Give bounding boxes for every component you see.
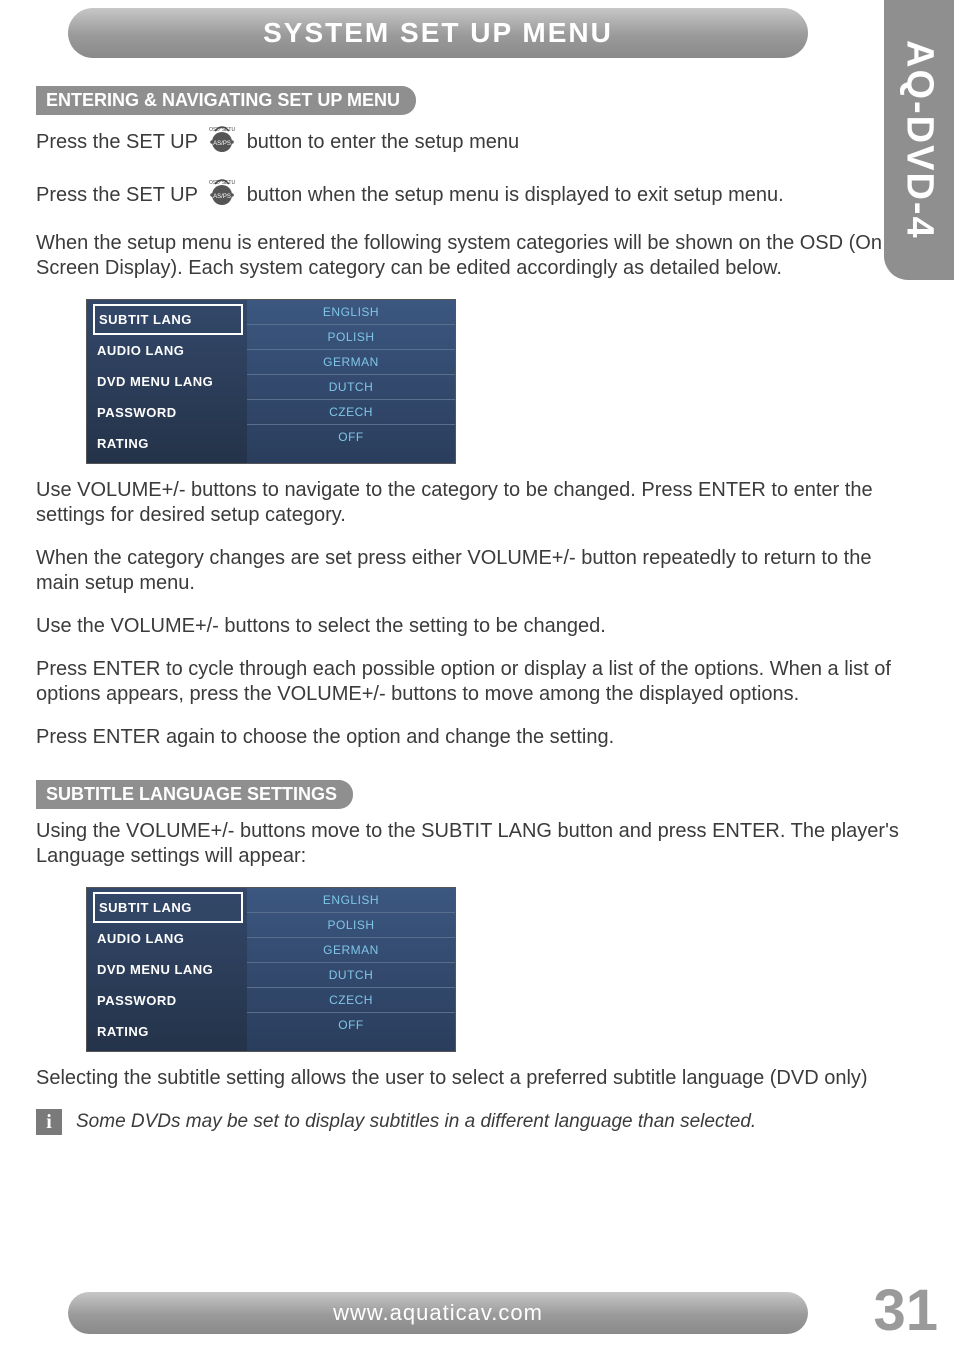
osd-option: ENGLISH — [247, 888, 455, 913]
footer-url: www.aquaticav.com — [333, 1300, 543, 1326]
osd-option: POLISH — [247, 913, 455, 938]
osd-option: CZECH — [247, 988, 455, 1013]
footer-bar: www.aquaticav.com — [68, 1292, 808, 1334]
paragraph: Selecting the subtitle setting allows th… — [36, 1066, 906, 1091]
osd-option: ENGLISH — [247, 300, 455, 325]
paragraph: Press the SET UP OSD*SETU AS/PS button w… — [36, 178, 906, 213]
osd-option: OFF — [247, 1013, 455, 1037]
paragraph: When the setup menu is entered the follo… — [36, 231, 906, 281]
osd-option: GERMAN — [247, 938, 455, 963]
osd-screenshot: SUBTIT LANG AUDIO LANG DVD MENU LANG PAS… — [86, 887, 456, 1052]
osd-item-selected: SUBTIT LANG — [93, 892, 243, 923]
osd-item: RATING — [93, 1016, 247, 1047]
info-text: Some DVDs may be set to display subtitle… — [76, 1111, 756, 1133]
info-icon: i — [36, 1109, 62, 1135]
paragraph: Press ENTER to cycle through each possib… — [36, 657, 906, 707]
paragraph: Use the VOLUME+/- buttons to select the … — [36, 614, 906, 639]
svg-text:AS/PS: AS/PS — [213, 194, 231, 200]
setup-button-icon: OSD*SETU AS/PS — [205, 178, 239, 213]
osd-item-selected: SUBTIT LANG — [93, 304, 243, 335]
osd-menu-left: SUBTIT LANG AUDIO LANG DVD MENU LANG PAS… — [87, 300, 247, 463]
osd-options-right: ENGLISH POLISH GERMAN DUTCH CZECH OFF — [247, 888, 455, 1051]
osd-option: OFF — [247, 425, 455, 449]
osd-item: AUDIO LANG — [93, 923, 247, 954]
paragraph: Press ENTER again to choose the option a… — [36, 725, 906, 750]
page-title: SYSTEM SET UP MENU — [263, 17, 613, 49]
osd-options-right: ENGLISH POLISH GERMAN DUTCH CZECH OFF — [247, 300, 455, 463]
osd-option: DUTCH — [247, 963, 455, 988]
osd-screenshot: SUBTIT LANG AUDIO LANG DVD MENU LANG PAS… — [86, 299, 456, 464]
svg-text:AS/PS: AS/PS — [213, 141, 231, 147]
osd-option: GERMAN — [247, 350, 455, 375]
osd-item: PASSWORD — [93, 397, 247, 428]
osd-item: DVD MENU LANG — [93, 366, 247, 397]
osd-option: DUTCH — [247, 375, 455, 400]
section-heading-entering: ENTERING & NAVIGATING SET UP MENU — [36, 86, 416, 115]
paragraph: Press the SET UP OSD*SETU AS/PS button t… — [36, 125, 906, 160]
info-note: i Some DVDs may be set to display subtit… — [36, 1109, 906, 1135]
content-area: ENTERING & NAVIGATING SET UP MENU Press … — [36, 86, 906, 1135]
paragraph: Use VOLUME+/- buttons to navigate to the… — [36, 478, 906, 528]
osd-option: CZECH — [247, 400, 455, 425]
page-header: SYSTEM SET UP MENU — [68, 8, 808, 58]
osd-item: DVD MENU LANG — [93, 954, 247, 985]
osd-menu-left: SUBTIT LANG AUDIO LANG DVD MENU LANG PAS… — [87, 888, 247, 1051]
section-heading-subtitle: SUBTITLE LANGUAGE SETTINGS — [36, 780, 353, 809]
paragraph: Using the VOLUME+/- buttons move to the … — [36, 819, 906, 869]
osd-item: RATING — [93, 428, 247, 459]
page-number: 31 — [873, 1277, 938, 1344]
osd-option: POLISH — [247, 325, 455, 350]
setup-button-icon: OSD*SETU AS/PS — [205, 125, 239, 160]
osd-item: PASSWORD — [93, 985, 247, 1016]
osd-item: AUDIO LANG — [93, 335, 247, 366]
paragraph: When the category changes are set press … — [36, 546, 906, 596]
